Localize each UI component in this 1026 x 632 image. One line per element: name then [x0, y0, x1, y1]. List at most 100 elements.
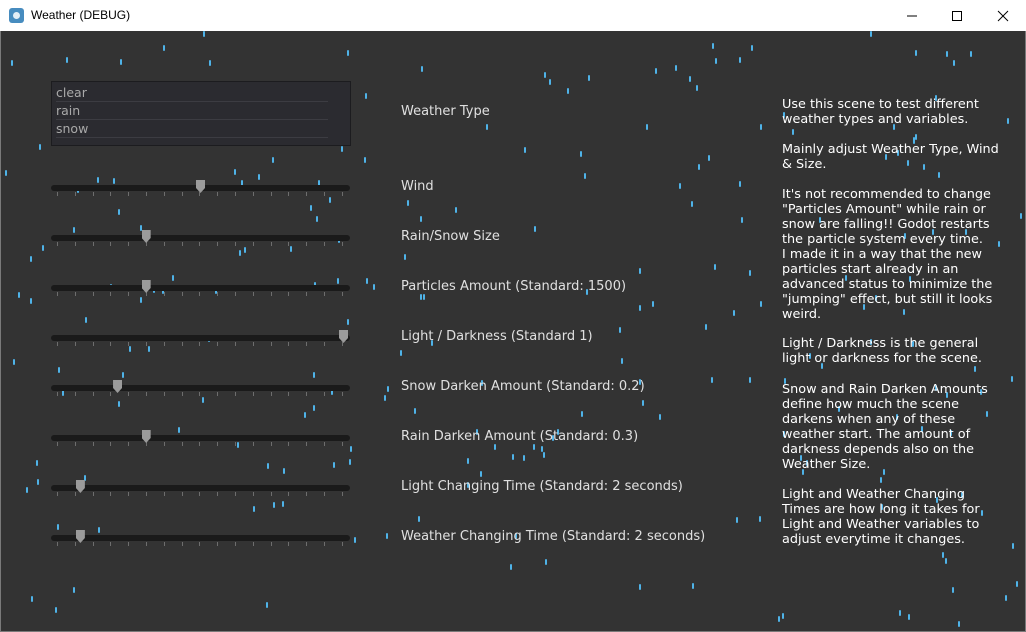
slider-tick	[288, 342, 290, 346]
slider-tick	[146, 542, 147, 546]
slider-tick	[92, 392, 94, 396]
slider-tick	[74, 242, 76, 246]
slider-tick	[217, 292, 219, 296]
slider-tick	[163, 242, 165, 246]
particles-amount-slider[interactable]	[51, 278, 350, 300]
slider-ticks	[51, 242, 350, 246]
slider-track	[51, 485, 350, 491]
slider-tick	[199, 292, 201, 296]
slider-tick	[74, 442, 76, 446]
slider-tick	[199, 242, 201, 246]
slider-tick	[235, 342, 236, 346]
wind-slider[interactable]	[51, 178, 350, 200]
slider-tick	[146, 492, 147, 496]
slider-tick	[217, 242, 219, 246]
slider-tick	[252, 442, 254, 446]
weather-changing-time-slider[interactable]	[51, 528, 350, 550]
slider-tick	[74, 192, 76, 196]
slider-tick	[306, 492, 308, 496]
slider-tick	[341, 542, 343, 546]
slider-tick	[92, 242, 94, 246]
slider-track	[51, 435, 350, 441]
slider-tick	[128, 292, 130, 296]
slider-tick	[217, 342, 219, 346]
wind-label: Wind	[401, 179, 434, 194]
slider-tick	[146, 342, 147, 346]
close-button[interactable]	[980, 0, 1026, 31]
slider-tick	[181, 242, 183, 246]
light-darkness-label: Light / Darkness (Standard 1)	[401, 329, 593, 344]
slider-tick	[324, 292, 325, 296]
slider-tick	[57, 392, 58, 396]
slider-tick	[163, 292, 165, 296]
light-changing-time-slider[interactable]	[51, 478, 350, 500]
slider-tick	[74, 492, 76, 496]
slider-tick	[110, 292, 112, 296]
slider-tick	[57, 242, 58, 246]
slider-tick	[110, 392, 112, 396]
slider-tick	[235, 542, 236, 546]
list-item-clear[interactable]: clear	[56, 85, 87, 100]
slider-tick	[92, 492, 94, 496]
slider-tick	[270, 192, 272, 196]
list-item-snow[interactable]: snow	[56, 121, 88, 136]
title-bar[interactable]: Weather (DEBUG)	[0, 0, 1026, 31]
slider-tick	[146, 392, 147, 396]
slider-tick	[74, 292, 76, 296]
slider-tick	[181, 542, 183, 546]
slider-tick	[341, 242, 343, 246]
slider-tick	[252, 242, 254, 246]
slider-tick	[288, 542, 290, 546]
slider-ticks	[51, 292, 350, 296]
slider-ticks	[51, 392, 350, 396]
slider-tick	[341, 392, 343, 396]
light-darkness-slider[interactable]	[51, 328, 350, 350]
weather-type-list[interactable]: clear rain snow	[51, 81, 351, 146]
slider-tick	[92, 542, 94, 546]
slider-tick	[181, 442, 183, 446]
slider-tick	[199, 392, 201, 396]
maximize-button[interactable]	[934, 0, 980, 31]
slider-tick	[252, 192, 254, 196]
slider-tick	[324, 442, 325, 446]
minimize-button[interactable]	[889, 0, 935, 31]
slider-tick	[341, 492, 343, 496]
slider-tick	[181, 292, 183, 296]
slider-tick	[110, 492, 112, 496]
slider-track	[51, 535, 350, 541]
snow-darken-slider[interactable]	[51, 378, 350, 400]
slider-tick	[341, 442, 343, 446]
slider-tick	[74, 342, 76, 346]
slider-tick	[199, 492, 201, 496]
slider-tick	[288, 442, 290, 446]
slider-tick	[181, 392, 183, 396]
close-icon	[997, 10, 1009, 22]
slider-tick	[199, 442, 201, 446]
rain-darken-slider[interactable]	[51, 428, 350, 450]
list-item-rain[interactable]: rain	[56, 103, 80, 118]
slider-tick	[270, 542, 272, 546]
slider-tick	[306, 192, 308, 196]
slider-tick	[288, 392, 290, 396]
slider-tick	[324, 542, 325, 546]
slider-ticks	[51, 492, 350, 496]
slider-tick	[270, 442, 272, 446]
slider-tick	[235, 242, 236, 246]
slider-tick	[110, 192, 112, 196]
window-title: Weather (DEBUG)	[31, 8, 131, 22]
slider-tick	[306, 342, 308, 346]
slider-tick	[235, 292, 236, 296]
slider-tick	[217, 492, 219, 496]
slider-tick	[181, 342, 183, 346]
slider-tick	[146, 192, 147, 196]
slider-tick	[270, 492, 272, 496]
slider-tick	[306, 292, 308, 296]
rain-snow-size-slider[interactable]	[51, 228, 350, 250]
slider-tick	[217, 192, 219, 196]
help-paragraph-6: Light and Weather Changing Times are how…	[782, 487, 980, 547]
slider-tick	[288, 292, 290, 296]
slider-tick	[217, 542, 219, 546]
slider-tick	[110, 442, 112, 446]
help-paragraph-5: Snow and Rain Darken Amounts define how …	[782, 382, 988, 472]
list-separator	[56, 137, 328, 138]
